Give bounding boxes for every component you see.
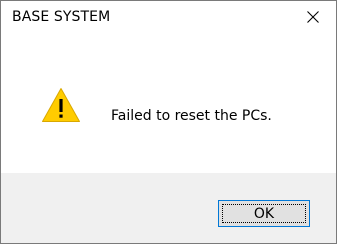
dialog-footer: OK — [1, 173, 336, 243]
dialog-message: Failed to reset the PCs. — [111, 108, 272, 124]
close-button[interactable] — [290, 1, 336, 33]
window-title: BASE SYSTEM — [12, 9, 111, 25]
ok-button-label: OK — [222, 204, 306, 223]
message-dialog: BASE SYSTEM Failed to reset the PCs. OK — [0, 0, 337, 244]
title-bar[interactable]: BASE SYSTEM — [1, 1, 336, 33]
close-icon — [307, 11, 319, 23]
ok-button[interactable]: OK — [218, 200, 310, 227]
warning-icon — [42, 88, 80, 122]
dialog-content: Failed to reset the PCs. — [1, 33, 336, 173]
